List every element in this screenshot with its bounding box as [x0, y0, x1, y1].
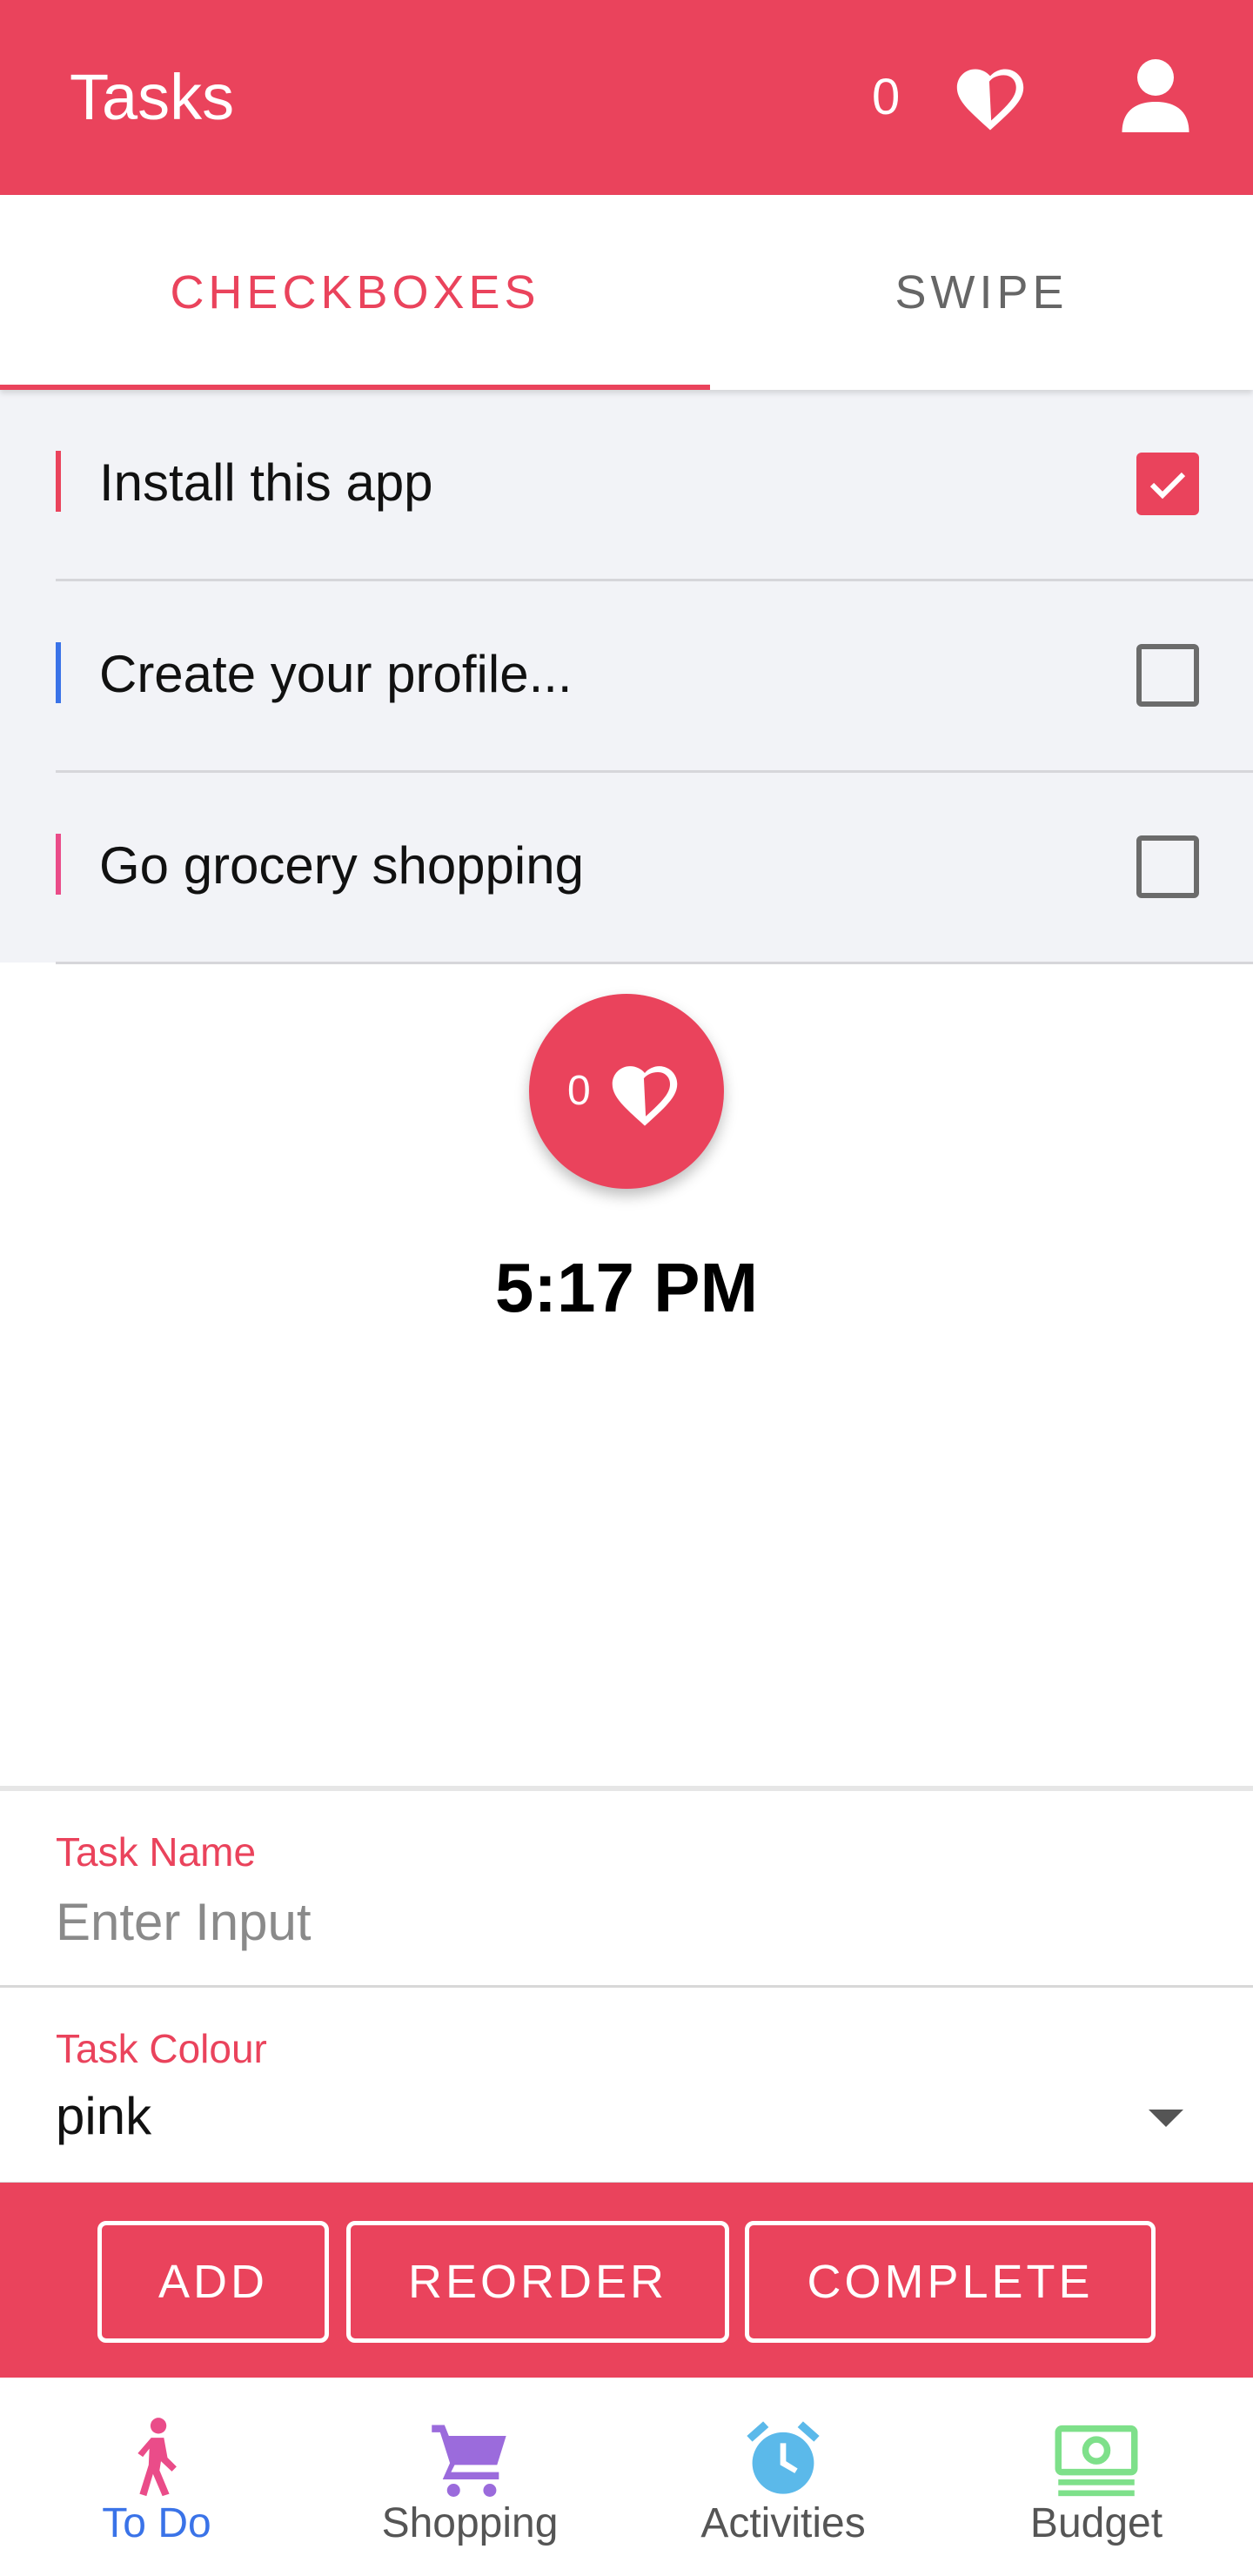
nav-item-todo[interactable]: To Do — [0, 2378, 313, 2576]
nav-label-activities: Activities — [700, 2500, 866, 2546]
checkmark-icon — [1149, 472, 1186, 500]
like-count: 0 — [872, 69, 901, 125]
tab-checkboxes[interactable]: CHECKBOXES — [0, 195, 710, 390]
tab-swipe[interactable]: SWIPE — [626, 195, 1253, 390]
task-row[interactable]: Create your profile... — [56, 581, 1253, 773]
task-checkbox[interactable] — [1136, 453, 1199, 515]
page-title: Tasks — [70, 61, 235, 133]
complete-button[interactable]: COMPLETE — [745, 2221, 1156, 2343]
nav-label-shopping: Shopping — [381, 2500, 559, 2546]
task-checkbox[interactable] — [1136, 835, 1199, 898]
shopping-cart-icon — [432, 2425, 506, 2497]
task-color-bar — [56, 642, 61, 703]
nav-item-activities[interactable]: Activities — [626, 2378, 940, 2576]
walking-person-icon — [137, 2418, 177, 2497]
fab-count: 0 — [567, 1068, 591, 1114]
alarm-clock-icon — [747, 2421, 820, 2494]
nav-item-shopping[interactable]: Shopping — [313, 2378, 626, 2576]
task-label: Create your profile... — [99, 645, 573, 703]
heart-icon — [612, 1066, 678, 1126]
nav-label-budget: Budget — [1029, 2500, 1163, 2546]
dropdown-arrow-icon[interactable] — [1149, 2110, 1183, 2127]
tab-swipe-label: SWIPE — [895, 266, 1069, 319]
action-bar: ADD REORDER COMPLETE — [0, 2183, 1253, 2378]
app-bar: Tasks 0 — [0, 0, 1253, 195]
money-icon — [1055, 2425, 1138, 2497]
heart-icon[interactable] — [950, 59, 1030, 132]
task-color-bar — [56, 451, 61, 512]
reorder-button[interactable]: REORDER — [346, 2221, 729, 2343]
task-colour-select[interactable]: pink — [56, 2085, 151, 2148]
bottom-nav: To Do Shopping Activities Budget — [0, 2378, 1253, 2576]
nav-item-budget[interactable]: Budget — [940, 2378, 1253, 2576]
task-row[interactable]: Install this app — [56, 390, 1253, 581]
task-checkbox[interactable] — [1136, 644, 1199, 707]
task-color-bar — [56, 834, 61, 895]
task-name-input[interactable] — [56, 1887, 1187, 1956]
tab-checkboxes-label: CHECKBOXES — [170, 266, 540, 319]
task-label: Install this app — [99, 453, 433, 512]
task-colour-field[interactable]: Task Colour pink — [0, 1988, 1253, 2184]
like-fab-button[interactable]: 0 — [529, 994, 724, 1189]
tab-bar: CHECKBOXES SWIPE — [0, 195, 1253, 390]
task-colour-label: Task Colour — [56, 2026, 267, 2071]
active-tab-indicator — [0, 385, 710, 390]
task-list: Install this app Create your profile... … — [0, 390, 1253, 964]
task-name-label: Task Name — [56, 1829, 257, 1875]
task-name-field: Task Name — [0, 1791, 1253, 1988]
nav-label-todo: To Do — [102, 2500, 211, 2546]
task-row[interactable]: Go grocery shopping — [56, 773, 1253, 964]
task-label: Go grocery shopping — [99, 836, 584, 895]
clock-time: 5:17 PM — [494, 1249, 759, 1326]
add-button[interactable]: ADD — [97, 2221, 329, 2343]
profile-icon[interactable] — [1119, 56, 1192, 136]
